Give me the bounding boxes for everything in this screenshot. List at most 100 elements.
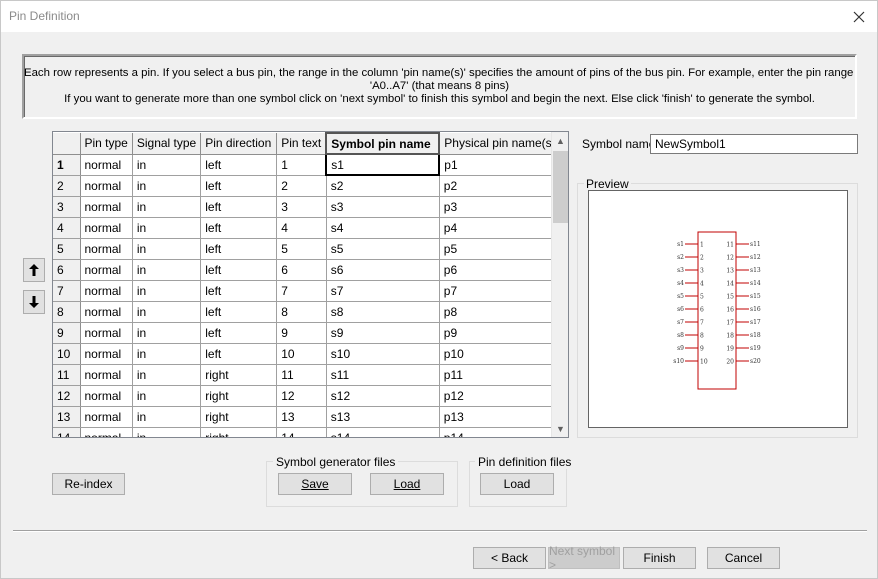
cell-pin-type[interactable]: normal	[80, 322, 133, 344]
load-pin-definition-button[interactable]: Load	[480, 473, 554, 495]
cell-pin-direction[interactable]: left	[200, 343, 278, 365]
cell-symbol-pin-name[interactable]: s11	[326, 364, 440, 386]
row-header[interactable]: 14	[53, 427, 81, 437]
col-header-pin-type[interactable]: Pin type	[80, 133, 133, 155]
cell-physical-pin-name[interactable]: p14	[439, 427, 561, 437]
cell-physical-pin-name[interactable]: p9	[439, 322, 561, 344]
cell-physical-pin-name[interactable]: p10	[439, 343, 561, 365]
cell-pin-text[interactable]: 5	[276, 238, 327, 260]
table-row[interactable]: 2 normal in left 2 s2 p2	[53, 175, 561, 197]
next-symbol-button[interactable]: Next symbol >	[548, 544, 620, 572]
cell-signal-type[interactable]: in	[132, 343, 202, 365]
move-down-button[interactable]	[23, 290, 45, 314]
cell-pin-type[interactable]: normal	[80, 343, 133, 365]
cell-pin-type[interactable]: normal	[80, 280, 133, 302]
cell-physical-pin-name[interactable]: p12	[439, 385, 561, 407]
move-up-button[interactable]	[23, 258, 45, 282]
cell-symbol-pin-name[interactable]: s8	[326, 301, 440, 323]
chevron-down-icon[interactable]: ▼	[552, 420, 568, 437]
grid-vertical-scrollbar[interactable]: ▲ ▼	[551, 132, 568, 437]
cell-pin-direction[interactable]: left	[200, 217, 278, 239]
cell-pin-type[interactable]: normal	[80, 154, 133, 176]
row-header[interactable]: 3	[53, 196, 81, 218]
table-row[interactable]: 11 normal in right 11 s11 p11	[53, 364, 561, 386]
cell-pin-type[interactable]: normal	[80, 427, 133, 437]
row-header[interactable]: 6	[53, 259, 81, 281]
table-row[interactable]: 4 normal in left 4 s4 p4	[53, 217, 561, 239]
cell-physical-pin-name[interactable]: p3	[439, 196, 561, 218]
cell-pin-direction[interactable]: right	[200, 364, 278, 386]
cell-pin-text[interactable]: 3	[276, 196, 327, 218]
cell-symbol-pin-name[interactable]: s5	[326, 238, 440, 260]
cell-pin-direction[interactable]: left	[200, 280, 278, 302]
cell-symbol-pin-name[interactable]: s6	[326, 259, 440, 281]
cell-pin-direction[interactable]: right	[200, 427, 278, 437]
cell-pin-text[interactable]: 13	[276, 406, 327, 428]
cell-symbol-pin-name[interactable]: s7	[326, 280, 440, 302]
cell-pin-direction[interactable]: left	[200, 238, 278, 260]
row-header[interactable]: 9	[53, 322, 81, 344]
cancel-button[interactable]: Cancel	[707, 547, 780, 569]
cell-signal-type[interactable]: in	[132, 406, 202, 428]
row-header[interactable]: 10	[53, 343, 81, 365]
cell-physical-pin-name[interactable]: p5	[439, 238, 561, 260]
table-row[interactable]: 9 normal in left 9 s9 p9	[53, 322, 561, 344]
cell-pin-direction[interactable]: left	[200, 259, 278, 281]
cell-pin-text[interactable]: 8	[276, 301, 327, 323]
cell-physical-pin-name[interactable]: p4	[439, 217, 561, 239]
table-row[interactable]: 3 normal in left 3 s3 p3	[53, 196, 561, 218]
cell-symbol-pin-name[interactable]: s3	[326, 196, 440, 218]
cell-signal-type[interactable]: in	[132, 238, 202, 260]
table-row[interactable]: 8 normal in left 8 s8 p8	[53, 301, 561, 323]
cell-symbol-pin-name[interactable]: s14	[326, 427, 440, 437]
cell-signal-type[interactable]: in	[132, 322, 202, 344]
cell-physical-pin-name[interactable]: p11	[439, 364, 561, 386]
row-header[interactable]: 12	[53, 385, 81, 407]
table-row[interactable]: 13 normal in right 13 s13 p13	[53, 406, 561, 428]
cell-symbol-pin-name[interactable]: s4	[326, 217, 440, 239]
symbol-name-input[interactable]	[650, 134, 858, 154]
cell-physical-pin-name[interactable]: p8	[439, 301, 561, 323]
cell-signal-type[interactable]: in	[132, 385, 202, 407]
row-header[interactable]: 11	[53, 364, 81, 386]
cell-symbol-pin-name[interactable]: s2	[326, 175, 440, 197]
cell-pin-text[interactable]: 10	[276, 343, 327, 365]
cell-pin-text[interactable]: 12	[276, 385, 327, 407]
table-row[interactable]: 12 normal in right 12 s12 p12	[53, 385, 561, 407]
cell-physical-pin-name[interactable]: p6	[439, 259, 561, 281]
table-row[interactable]: 5 normal in left 5 s5 p5	[53, 238, 561, 260]
cell-pin-type[interactable]: normal	[80, 196, 133, 218]
cell-pin-type[interactable]: normal	[80, 259, 133, 281]
col-header-symbol-pin-name[interactable]: Symbol pin name	[325, 132, 441, 155]
cell-pin-type[interactable]: normal	[80, 364, 133, 386]
cell-pin-text[interactable]: 6	[276, 259, 327, 281]
back-button[interactable]: < Back	[473, 547, 546, 569]
row-header[interactable]: 2	[53, 175, 81, 197]
cell-physical-pin-name[interactable]: p1	[439, 154, 561, 176]
reindex-button[interactable]: Re-index	[52, 473, 125, 495]
table-row[interactable]: 14 normal in right 14 s14 p14	[53, 427, 561, 437]
finish-button[interactable]: Finish	[623, 547, 696, 569]
table-row[interactable]: 10 normal in left 10 s10 p10	[53, 343, 561, 365]
cell-pin-text[interactable]: 9	[276, 322, 327, 344]
cell-signal-type[interactable]: in	[132, 364, 202, 386]
cell-physical-pin-name[interactable]: p7	[439, 280, 561, 302]
load-symbol-button[interactable]: Load	[370, 473, 444, 495]
cell-pin-type[interactable]: normal	[80, 301, 133, 323]
cell-signal-type[interactable]: in	[132, 175, 202, 197]
table-row[interactable]: 6 normal in left 6 s6 p6	[53, 259, 561, 281]
cell-pin-direction[interactable]: left	[200, 154, 278, 176]
cell-signal-type[interactable]: in	[132, 301, 202, 323]
col-header-pin-text[interactable]: Pin text	[276, 133, 327, 155]
chevron-up-icon[interactable]: ▲	[552, 132, 568, 149]
cell-signal-type[interactable]: in	[132, 217, 202, 239]
cell-pin-type[interactable]: normal	[80, 217, 133, 239]
row-header[interactable]: 7	[53, 280, 81, 302]
cell-pin-text[interactable]: 2	[276, 175, 327, 197]
scrollbar-thumb[interactable]	[553, 151, 568, 223]
row-header[interactable]: 13	[53, 406, 81, 428]
close-icon[interactable]	[841, 1, 877, 32]
col-header-signal-type[interactable]: Signal type	[132, 133, 202, 155]
cell-symbol-pin-name[interactable]: s13	[326, 406, 440, 428]
pin-grid[interactable]: Pin type Signal type Pin direction Pin t…	[52, 131, 569, 438]
